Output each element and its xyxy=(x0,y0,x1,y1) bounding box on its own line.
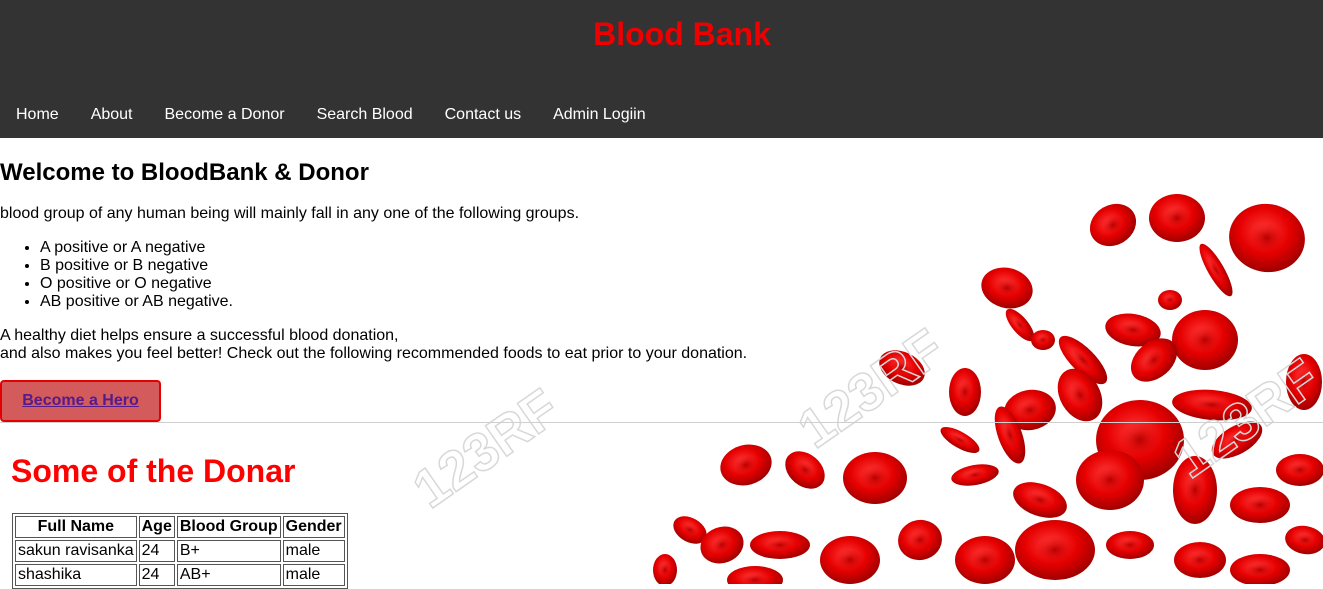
list-item: A positive or A negative xyxy=(40,239,233,257)
main-content: Welcome to BloodBank & Donor blood group… xyxy=(0,138,1323,589)
column-header-age: Age xyxy=(138,516,175,538)
cell-age: 24 xyxy=(138,540,175,562)
intro-text: blood group of any human being will main… xyxy=(0,205,580,222)
column-header-gender: Gender xyxy=(282,516,345,538)
nav-contact[interactable]: Contact us xyxy=(429,92,537,138)
diet-text: A healthy diet helps ensure a successful… xyxy=(0,327,747,363)
cell-blood-group: AB+ xyxy=(176,564,281,586)
list-item: O positive or O negative xyxy=(40,275,233,293)
cell-gender: male xyxy=(282,540,345,562)
column-header-full-name: Full Name xyxy=(15,516,137,538)
list-item: AB positive or AB negative. xyxy=(40,293,233,311)
table-header-row: Full Name Age Blood Group Gender xyxy=(15,516,345,538)
nav-home[interactable]: Home xyxy=(0,92,75,138)
table-row: shashika 24 AB+ male xyxy=(15,564,345,586)
nav-become-donor[interactable]: Become a Donor xyxy=(149,92,301,138)
main-nav: Home About Become a Donor Search Blood C… xyxy=(0,92,662,138)
site-title: Blood Bank xyxy=(593,16,771,52)
diet-line-1: A healthy diet helps ensure a successful… xyxy=(0,327,399,344)
donors-heading: Some of the Donar xyxy=(11,453,296,489)
table-row: sakun ravisanka 24 B+ male xyxy=(15,540,345,562)
site-header: Blood Bank Home About Become a Donor Sea… xyxy=(0,0,1323,138)
section-divider xyxy=(0,422,1323,423)
cell-full-name: shashika xyxy=(15,564,137,586)
cell-age: 24 xyxy=(138,564,175,586)
become-hero-button[interactable]: Become a Hero xyxy=(0,380,161,422)
nav-search-blood[interactable]: Search Blood xyxy=(301,92,429,138)
diet-line-2: and also makes you feel better! Check ou… xyxy=(0,345,748,362)
nav-about[interactable]: About xyxy=(75,92,149,138)
list-item: B positive or B negative xyxy=(40,257,233,275)
nav-admin-login[interactable]: Admin Logiin xyxy=(537,92,662,138)
cell-gender: male xyxy=(282,564,345,586)
blood-group-list: A positive or A negative B positive or B… xyxy=(0,239,233,311)
cell-blood-group: B+ xyxy=(176,540,281,562)
cell-full-name: sakun ravisanka xyxy=(15,540,137,562)
column-header-blood-group: Blood Group xyxy=(176,516,281,538)
welcome-heading: Welcome to BloodBank & Donor xyxy=(0,159,369,186)
donor-table: Full Name Age Blood Group Gender sakun r… xyxy=(12,513,348,589)
